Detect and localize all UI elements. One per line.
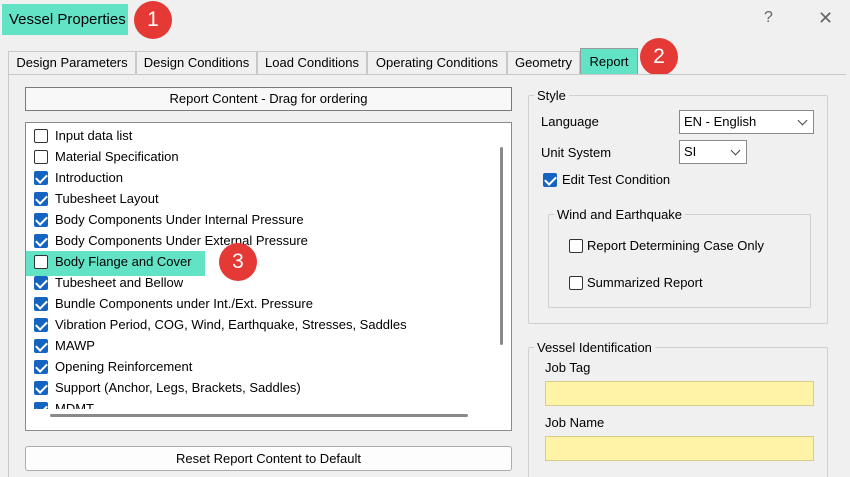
list-item[interactable]: Body Flange and Cover (26, 252, 493, 273)
checkbox[interactable] (34, 150, 48, 164)
list-item[interactable]: MDMT (26, 399, 493, 409)
report-list-viewport: Input data list Material Specification I… (26, 123, 493, 409)
reset-report-content-button[interactable]: Reset Report Content to Default (25, 446, 512, 471)
language-select[interactable]: EN - English (679, 110, 814, 134)
report-determining-case-label: Report Determining Case Only (587, 238, 765, 253)
list-item[interactable]: Bundle Components under Int./Ext. Pressu… (26, 294, 493, 315)
style-group-title: Style (534, 88, 569, 103)
edit-test-condition-label: Edit Test Condition (562, 172, 671, 187)
list-item[interactable]: Vibration Period, COG, Wind, Earthquake,… (26, 315, 493, 336)
list-item-label: Support (Anchor, Legs, Brackets, Saddles… (55, 380, 301, 395)
list-item[interactable]: Body Components Under Internal Pressure (26, 210, 493, 231)
list-item[interactable]: Opening Reinforcement (26, 357, 493, 378)
list-item-label: Input data list (55, 128, 133, 143)
list-item-label: Material Specification (55, 149, 179, 164)
list-item[interactable]: Tubesheet Layout (26, 189, 493, 210)
unit-system-select[interactable]: SI (679, 140, 747, 164)
vertical-scrollbar[interactable] (500, 147, 503, 345)
checkbox[interactable] (34, 381, 48, 395)
list-item[interactable]: Material Specification (26, 147, 493, 168)
list-item-label: Body Components Under External Pressure (55, 233, 308, 248)
language-value: EN - English (684, 114, 757, 129)
list-item[interactable]: MAWP (26, 336, 493, 357)
summarized-report-label: Summarized Report (587, 275, 703, 290)
checkbox[interactable] (34, 276, 48, 290)
wind-earthquake-group-title: Wind and Earthquake (554, 207, 686, 222)
title-bar: Vessel Properties ? ✕ (0, 0, 850, 42)
report-determining-case-checkbox[interactable] (569, 239, 583, 253)
wind-earthquake-group (548, 214, 811, 308)
list-item[interactable]: Introduction (26, 168, 493, 189)
checkbox[interactable] (34, 234, 48, 248)
checkbox[interactable] (34, 129, 48, 143)
list-item[interactable]: Tubesheet and Bellow (26, 273, 493, 294)
tab-geometry[interactable]: Geometry (507, 51, 580, 75)
chevron-down-icon (730, 145, 741, 156)
checkbox[interactable] (34, 297, 48, 311)
list-item[interactable]: Support (Anchor, Legs, Brackets, Saddles… (26, 378, 493, 399)
list-item[interactable]: Input data list (26, 126, 493, 147)
callout-badge-1: 1 (134, 1, 172, 39)
checkbox[interactable] (34, 402, 48, 409)
tab-report[interactable]: Report (580, 48, 638, 76)
job-name-input[interactable] (545, 436, 814, 461)
checkbox[interactable] (34, 318, 48, 332)
window-title: Vessel Properties (9, 11, 126, 28)
report-content-list[interactable]: Input data list Material Specification I… (25, 122, 512, 431)
checkbox[interactable] (34, 255, 48, 269)
tab-load-conditions[interactable]: Load Conditions (257, 51, 367, 75)
list-item-label: Bundle Components under Int./Ext. Pressu… (55, 296, 313, 311)
list-item-label: MDMT (55, 401, 94, 409)
list-item-label: MAWP (55, 338, 95, 353)
tab-design-parameters[interactable]: Design Parameters (8, 51, 136, 75)
list-item-label: Body Components Under Internal Pressure (55, 212, 304, 227)
callout-badge-2: 2 (640, 38, 678, 76)
list-item-label: Introduction (55, 170, 123, 185)
unit-system-label: Unit System (541, 145, 612, 160)
list-item-label: Vibration Period, COG, Wind, Earthquake,… (55, 317, 407, 332)
checkbox[interactable] (34, 192, 48, 206)
callout-badge-3: 3 (219, 243, 257, 281)
tab-operating-conditions[interactable]: Operating Conditions (367, 51, 507, 75)
chevron-down-icon (797, 115, 808, 126)
list-item-label: Body Flange and Cover (55, 254, 192, 269)
list-item-label: Opening Reinforcement (55, 359, 193, 374)
checkbox[interactable] (34, 360, 48, 374)
summarized-report-checkbox[interactable] (569, 276, 583, 290)
list-item[interactable]: Body Components Under External Pressure (26, 231, 493, 252)
job-tag-label: Job Tag (545, 360, 591, 375)
report-content-header[interactable]: Report Content - Drag for ordering (25, 87, 512, 111)
job-tag-input[interactable] (545, 381, 814, 406)
close-icon[interactable]: ✕ (818, 8, 833, 29)
vessel-identification-group-title: Vessel Identification (534, 340, 655, 355)
horizontal-scrollbar[interactable] (50, 414, 468, 417)
checkbox[interactable] (34, 213, 48, 227)
checkbox[interactable] (34, 339, 48, 353)
list-item-label: Tubesheet Layout (55, 191, 159, 206)
language-label: Language (541, 114, 599, 129)
edit-test-condition-checkbox[interactable] (543, 173, 557, 187)
checkbox[interactable] (34, 171, 48, 185)
job-name-label: Job Name (545, 415, 605, 430)
tab-design-conditions[interactable]: Design Conditions (136, 51, 257, 75)
help-button[interactable]: ? (764, 9, 773, 27)
list-item-label: Tubesheet and Bellow (55, 275, 184, 290)
unit-system-value: SI (684, 144, 697, 159)
